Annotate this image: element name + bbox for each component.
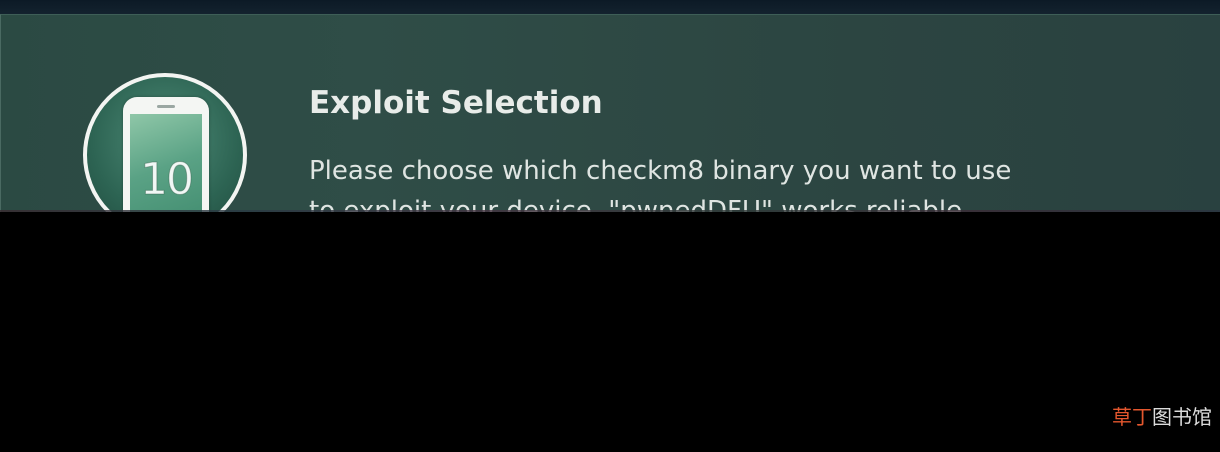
exploit-selection-dialog: 10 Exploit Selection Please choose which… xyxy=(0,14,1220,237)
screenshot: 10 Exploit Selection Please choose which… xyxy=(0,0,1220,452)
watermark-text: 图书馆 xyxy=(1152,405,1212,429)
window-top-strip xyxy=(0,0,1220,14)
watermark-char-2: 丁 xyxy=(1132,405,1152,429)
watermark-char-1: 草 xyxy=(1112,405,1132,429)
site-watermark: 草 丁 图书馆 xyxy=(1112,401,1212,430)
cropped-black-area xyxy=(0,212,1220,452)
dialog-message-line-1: Please choose which checkm8 binary you w… xyxy=(309,156,1012,186)
dialog-title: Exploit Selection xyxy=(309,85,603,121)
ios-version-number: 10 xyxy=(140,154,195,206)
phone-speaker xyxy=(157,105,175,108)
